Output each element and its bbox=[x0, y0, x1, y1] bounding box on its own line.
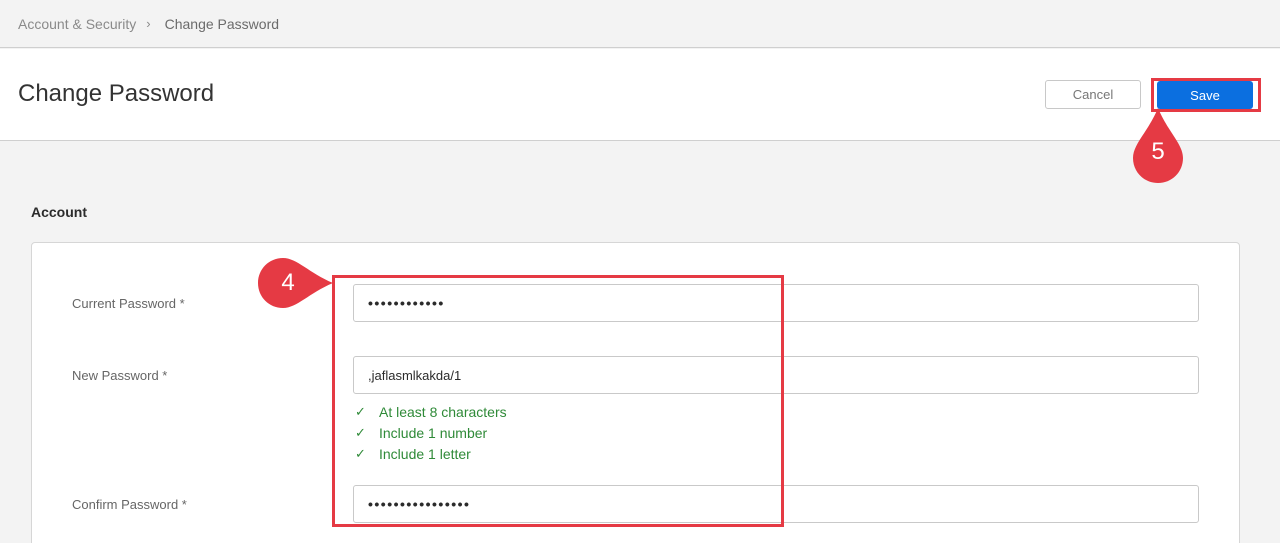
pin-left-icon bbox=[258, 258, 333, 308]
cancel-button[interactable]: Cancel bbox=[1045, 80, 1141, 109]
change-password-page: Account & Security › Change Password Cha… bbox=[0, 0, 1280, 543]
step-4-label: 4 bbox=[281, 269, 295, 296]
step-5-marker: 5 bbox=[1132, 106, 1184, 184]
chevron-right-icon: › bbox=[146, 16, 151, 31]
step-4-marker: 4 bbox=[257, 257, 335, 309]
confirm-password-label: Confirm Password * bbox=[72, 497, 187, 512]
current-password-label: Current Password * bbox=[72, 296, 185, 311]
new-password-label: New Password * bbox=[72, 368, 168, 383]
page-header: Change Password Cancel Save bbox=[0, 49, 1280, 141]
page-title: Change Password bbox=[18, 80, 215, 107]
section-title: Account bbox=[31, 204, 87, 220]
breadcrumb-link-account-security[interactable]: Account & Security bbox=[18, 16, 136, 32]
breadcrumb-current: Change Password bbox=[164, 15, 280, 32]
breadcrumb: Account & Security › Change Password bbox=[0, 0, 1280, 48]
fields-highlight-box bbox=[332, 275, 784, 527]
step-5-label: 5 bbox=[1151, 138, 1165, 165]
